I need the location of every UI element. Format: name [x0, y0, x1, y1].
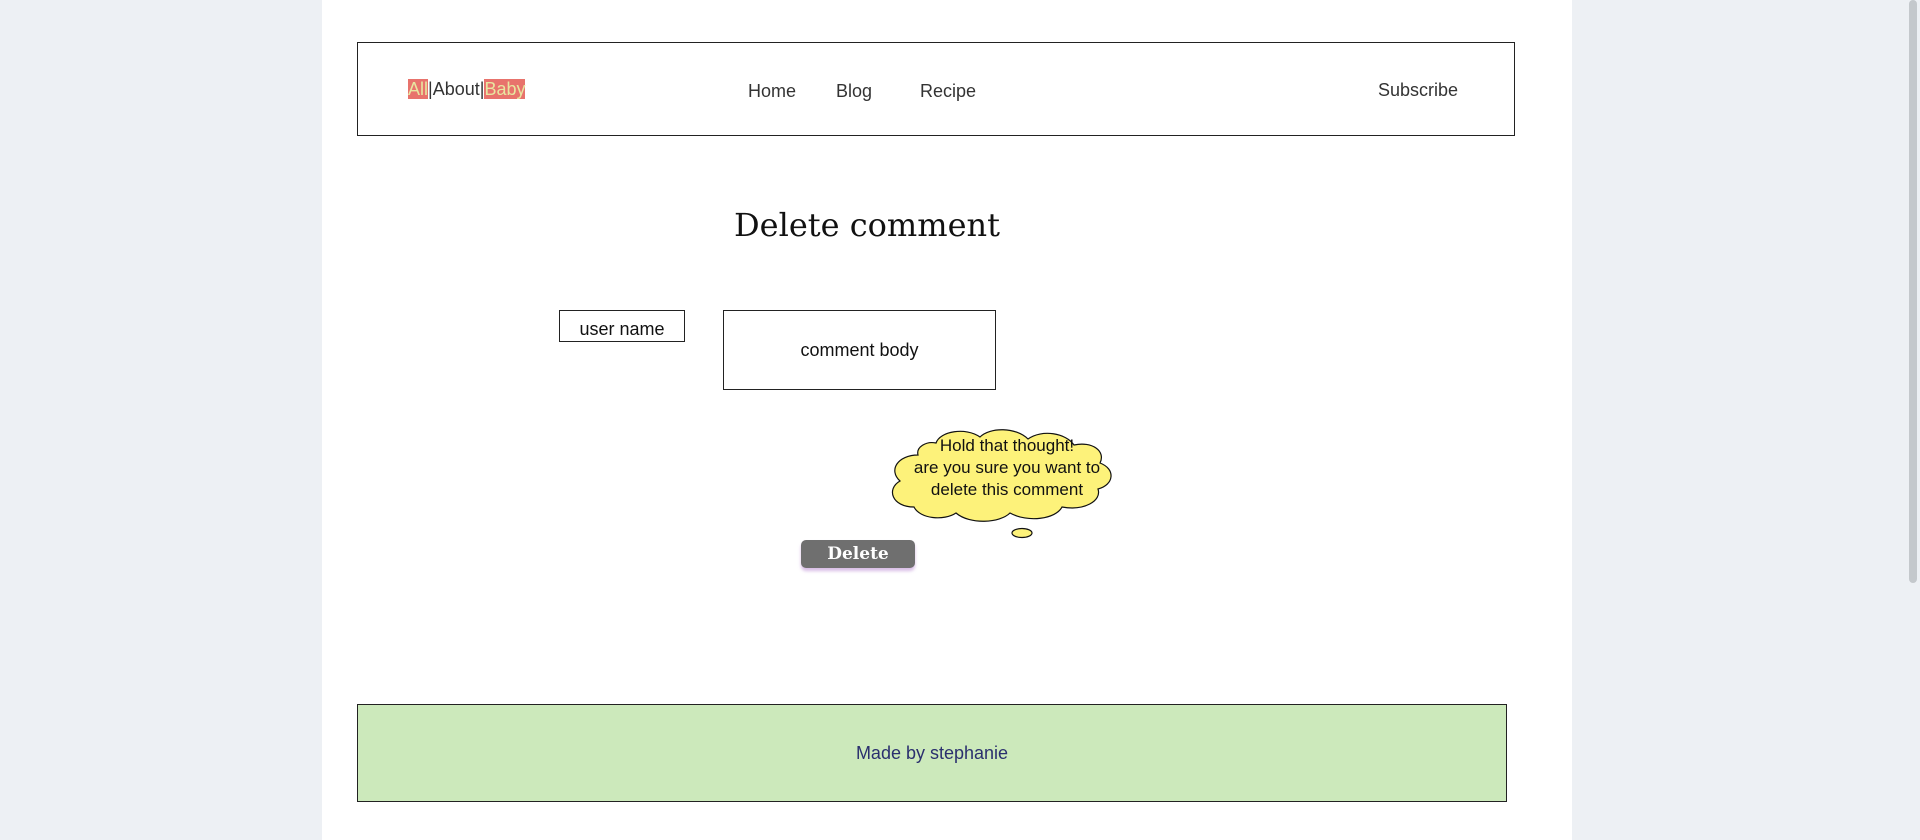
nav-home[interactable]: Home — [748, 81, 796, 102]
tag-links: All|About|Baby — [408, 79, 526, 100]
scrollbar[interactable] — [1906, 0, 1920, 840]
comment-body-box: comment body — [723, 310, 996, 390]
header: All|About|Baby Home Blog Recipe Subscrib… — [357, 42, 1515, 136]
scrollbar-thumb[interactable] — [1909, 0, 1917, 583]
page-title: Delete comment — [734, 206, 1001, 244]
footer-text: Made by stephanie — [855, 742, 1009, 763]
thought-line-1: Hold that thought! — [939, 436, 1075, 455]
footer: Made by stephanie — [357, 704, 1507, 802]
delete-button[interactable]: Delete — [801, 540, 915, 568]
thought-line-3: delete this comment — [930, 480, 1084, 499]
thought-bubble-text: Hold that thought! are you sure you want… — [882, 435, 1132, 501]
tag-all[interactable]: All — [408, 79, 429, 99]
page-container: All|About|Baby Home Blog Recipe Subscrib… — [322, 0, 1572, 840]
thought-line-2: are you sure you want to — [913, 458, 1101, 477]
nav-recipe[interactable]: Recipe — [920, 81, 976, 102]
tag-baby[interactable]: Baby — [484, 79, 526, 99]
nav-blog[interactable]: Blog — [836, 81, 872, 102]
user-name-box: user name — [559, 310, 685, 342]
subscribe-link[interactable]: Subscribe — [1378, 80, 1458, 101]
tag-about[interactable]: About — [433, 79, 480, 99]
